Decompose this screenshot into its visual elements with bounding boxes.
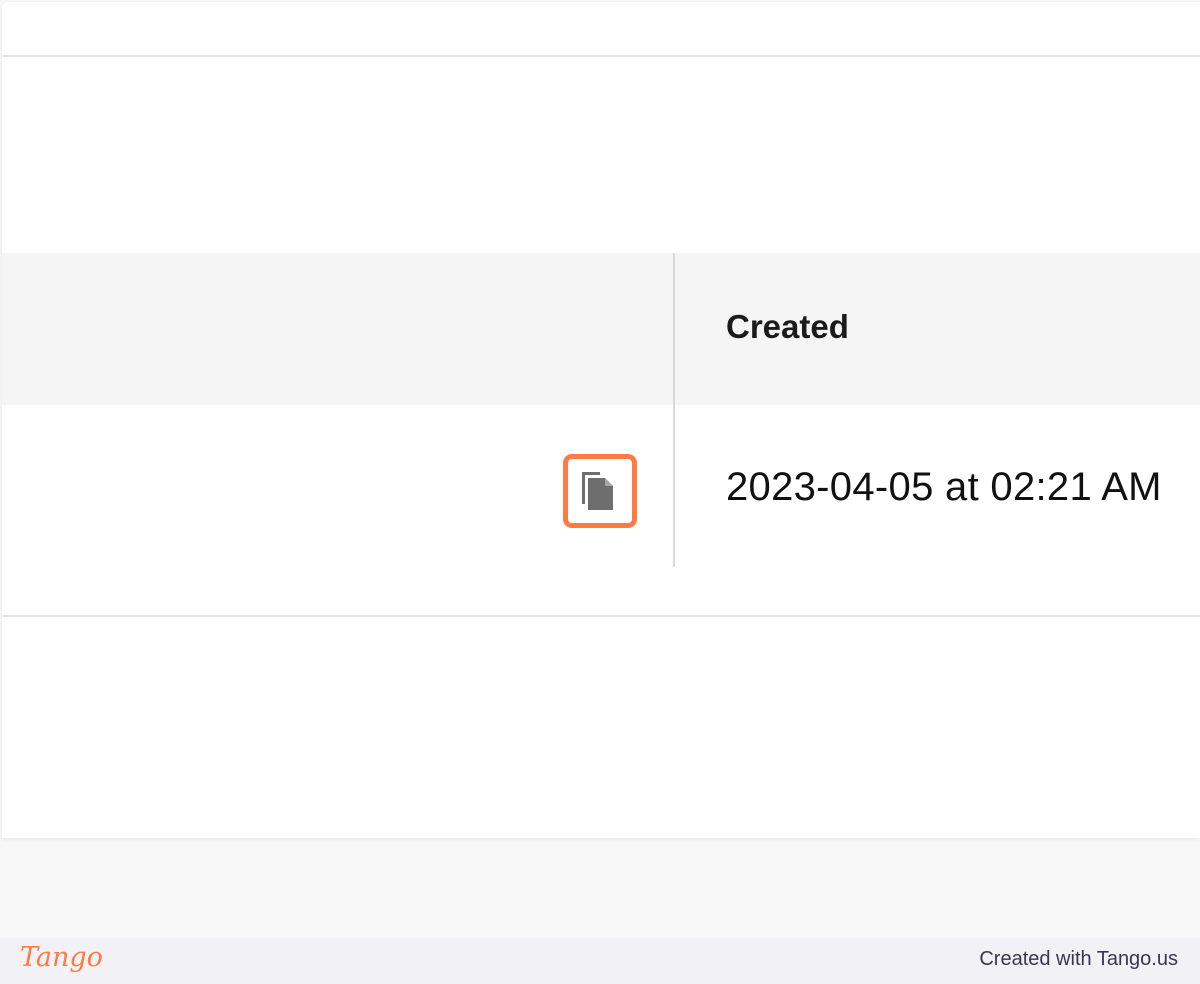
row-divider: [2, 615, 1200, 617]
tango-logo[interactable]: Tango: [20, 942, 103, 973]
divider: [2, 55, 1200, 57]
footer-credit[interactable]: Created with Tango.us: [979, 948, 1178, 971]
table-card: Created 2023-04-05 at 02:21 AM: [2, 2, 1200, 838]
copy-button[interactable]: [563, 454, 637, 528]
created-cell: 2023-04-05 at 02:21 AM: [726, 465, 1162, 509]
column-divider: [673, 253, 675, 567]
table-header-row: [2, 253, 1200, 405]
copy-icon: [582, 472, 613, 510]
footer-bar: Tango Created with Tango.us: [0, 938, 1200, 984]
column-header-created[interactable]: Created: [726, 308, 849, 346]
